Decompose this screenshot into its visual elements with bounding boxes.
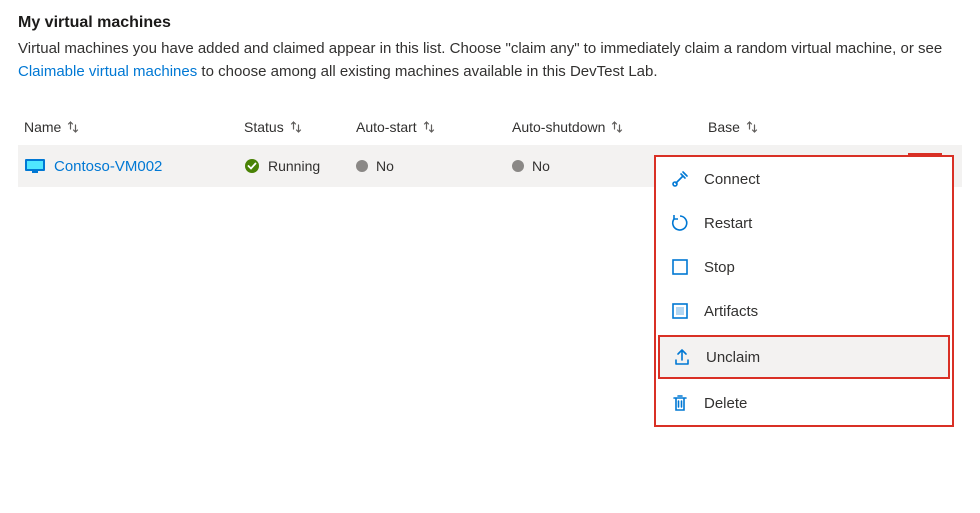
column-header-status[interactable]: Status: [244, 119, 356, 135]
menu-item-stop[interactable]: Stop: [656, 245, 952, 289]
status-text: Running: [268, 158, 320, 174]
page-title: My virtual machines: [18, 14, 962, 32]
menu-label: Artifacts: [704, 303, 758, 320]
column-header-autostart[interactable]: Auto-start: [356, 119, 512, 135]
menu-item-restart[interactable]: Restart: [656, 201, 952, 245]
unclaim-icon: [672, 347, 692, 367]
table-header: Name Status Auto-start Auto-shutdown Bas…: [18, 111, 962, 145]
dot-gray-icon: [356, 160, 368, 172]
sort-icon: [66, 120, 80, 134]
vm-icon: [24, 158, 46, 174]
column-header-autoshutdown[interactable]: Auto-shutdown: [512, 119, 708, 135]
restart-icon: [670, 213, 690, 233]
cell-status: Running: [244, 158, 356, 174]
cell-autostart: No: [356, 158, 512, 174]
menu-label: Connect: [704, 171, 760, 188]
vm-name-link[interactable]: Contoso-VM002: [54, 158, 162, 175]
delete-icon: [670, 393, 690, 413]
table-row[interactable]: Contoso-VM002 Running No No: [18, 145, 962, 187]
column-header-name[interactable]: Name: [24, 119, 244, 135]
menu-label: Stop: [704, 259, 735, 276]
description-text-pre: Virtual machines you have added and clai…: [18, 40, 942, 57]
column-label: Base: [708, 119, 740, 135]
column-label: Auto-start: [356, 119, 417, 135]
menu-item-connect[interactable]: Connect: [656, 157, 952, 201]
column-header-base[interactable]: Base: [708, 119, 908, 135]
vm-table: Name Status Auto-start Auto-shutdown Bas…: [18, 111, 962, 187]
autostart-text: No: [376, 158, 394, 174]
sort-icon: [610, 120, 624, 134]
column-label: Status: [244, 119, 284, 135]
stop-icon: [670, 257, 690, 277]
connect-icon: [670, 169, 690, 189]
column-label: Name: [24, 119, 61, 135]
menu-item-artifacts[interactable]: Artifacts: [656, 289, 952, 333]
menu-item-delete[interactable]: Delete: [656, 381, 952, 425]
artifacts-icon: [670, 301, 690, 321]
dot-gray-icon: [512, 160, 524, 172]
menu-label: Restart: [704, 215, 752, 232]
status-running-icon: [244, 158, 260, 174]
menu-label: Unclaim: [706, 349, 760, 366]
column-label: Auto-shutdown: [512, 119, 605, 135]
context-menu: Connect Restart Stop Artifacts: [654, 155, 954, 427]
sort-icon: [289, 120, 303, 134]
sort-icon: [745, 120, 759, 134]
sort-icon: [422, 120, 436, 134]
page-description: Virtual machines you have added and clai…: [18, 38, 958, 83]
section-heading: My virtual machines Virtual machines you…: [18, 14, 962, 83]
menu-label: Delete: [704, 395, 747, 412]
cell-name: Contoso-VM002: [24, 158, 244, 175]
autoshutdown-text: No: [532, 158, 550, 174]
menu-item-unclaim[interactable]: Unclaim: [658, 335, 950, 379]
claimable-vms-link[interactable]: Claimable virtual machines: [18, 63, 197, 80]
description-text-post: to choose among all existing machines av…: [201, 63, 657, 80]
